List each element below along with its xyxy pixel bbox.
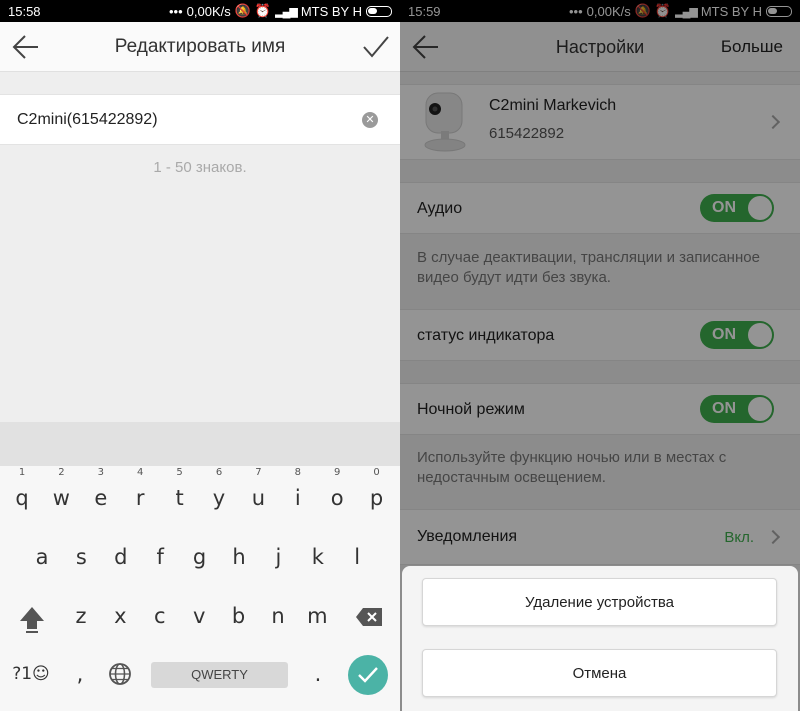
key-letter: q — [15, 486, 29, 510]
key-i[interactable]: 8i — [278, 467, 318, 510]
data-dots-icon: ••• — [168, 3, 183, 19]
signal-icon: ▂▄▆ — [275, 5, 298, 18]
key-number-hint: 2 — [58, 467, 65, 478]
symbols-key[interactable]: ?1☺ — [10, 664, 52, 684]
key-x[interactable]: x — [100, 604, 140, 628]
key-f[interactable]: f — [140, 545, 180, 569]
key-letter: r — [135, 486, 145, 510]
status-bar: 15:58 ••• 0,00K/s 🔕 ⏰ ▂▄▆ MTS BY H — [0, 0, 400, 22]
key-number-hint: 5 — [176, 467, 183, 478]
key-d[interactable]: d — [101, 545, 141, 569]
comma-key[interactable]: , — [60, 662, 100, 686]
key-letter: p — [369, 486, 384, 510]
key-letter: t — [175, 486, 184, 510]
page-title: Редактировать имя — [114, 35, 286, 57]
toolbar: Редактировать имя — [0, 22, 400, 72]
key-n[interactable]: n — [258, 604, 298, 628]
key-letter: w — [52, 486, 70, 510]
key-b[interactable]: b — [219, 604, 259, 628]
key-letter: i — [294, 486, 301, 510]
key-a[interactable]: a — [22, 545, 62, 569]
key-number-hint: 7 — [255, 467, 262, 478]
length-hint: 1 - 50 знаков. — [153, 159, 247, 176]
key-t[interactable]: 5t — [160, 467, 200, 510]
key-g[interactable]: g — [180, 545, 220, 569]
globe-icon[interactable] — [108, 662, 132, 686]
status-time: 15:58 — [8, 3, 41, 19]
key-letter: y — [212, 486, 226, 510]
key-q[interactable]: 1q — [2, 467, 42, 510]
key-o[interactable]: 9o — [317, 467, 357, 510]
shift-icon[interactable] — [18, 605, 46, 635]
delete-device-button[interactable]: Удаление устройства — [422, 578, 777, 626]
edit-name-screen: 15:58 ••• 0,00K/s 🔕 ⏰ ▂▄▆ MTS BY H Редак… — [0, 0, 400, 711]
key-letter: o — [330, 486, 344, 510]
key-number-hint: 3 — [97, 467, 104, 478]
key-number-hint: 6 — [215, 467, 223, 478]
settings-screen: 15:59 ••• 0,00K/s 🔕 ⏰ ▂▄▆ MTS BY H Настр… — [400, 0, 800, 711]
key-letter: e — [94, 486, 108, 510]
key-l[interactable]: l — [337, 545, 377, 569]
battery-icon — [366, 5, 392, 17]
key-w[interactable]: 2w — [41, 467, 81, 510]
clear-icon[interactable]: ✕ — [362, 112, 378, 128]
cancel-button[interactable]: Отмена — [422, 649, 777, 697]
period-key[interactable]: . — [298, 662, 338, 686]
key-c[interactable]: c — [140, 604, 180, 628]
keyboard-suggestion-strip — [0, 422, 400, 466]
action-sheet: Удаление устройства Отмена — [402, 566, 798, 711]
key-number-hint: 4 — [137, 467, 144, 478]
key-m[interactable]: m — [297, 604, 337, 628]
key-z[interactable]: z — [61, 604, 101, 628]
key-letter: u — [251, 486, 266, 510]
key-j[interactable]: j — [258, 545, 298, 569]
key-k[interactable]: k — [298, 545, 338, 569]
space-key[interactable]: QWERTY — [151, 662, 288, 688]
key-e[interactable]: 3e — [81, 467, 121, 510]
key-h[interactable]: h — [219, 545, 259, 569]
key-number-hint: 8 — [294, 467, 301, 478]
key-number-hint: 9 — [334, 467, 341, 478]
alarm-icon: ⏰ — [254, 3, 272, 18]
enter-key[interactable] — [348, 655, 388, 695]
enter-check-icon — [358, 667, 378, 683]
key-p[interactable]: 0p — [357, 467, 397, 510]
key-u[interactable]: 7u — [238, 467, 278, 510]
carrier-name: MTS BY H — [300, 3, 362, 19]
key-y[interactable]: 6y — [199, 467, 239, 510]
key-v[interactable]: v — [179, 604, 219, 628]
network-speed: 0,00K/s — [186, 3, 231, 19]
key-r[interactable]: 4r — [120, 467, 160, 510]
back-arrow-icon[interactable] — [12, 34, 40, 60]
key-number-hint: 1 — [18, 467, 26, 478]
key-number-hint: 0 — [373, 467, 380, 478]
device-name-input[interactable] — [17, 107, 337, 133]
mute-icon: 🔕 — [234, 3, 251, 18]
backspace-icon[interactable] — [355, 607, 383, 627]
confirm-check-icon[interactable] — [362, 34, 390, 60]
key-s[interactable]: s — [61, 545, 101, 569]
soft-keyboard: 1q2w3e4r5t6y7u8i9o0p asdfghjkl zxcvbnm ?… — [0, 466, 400, 711]
name-field: ✕ — [0, 94, 400, 145]
